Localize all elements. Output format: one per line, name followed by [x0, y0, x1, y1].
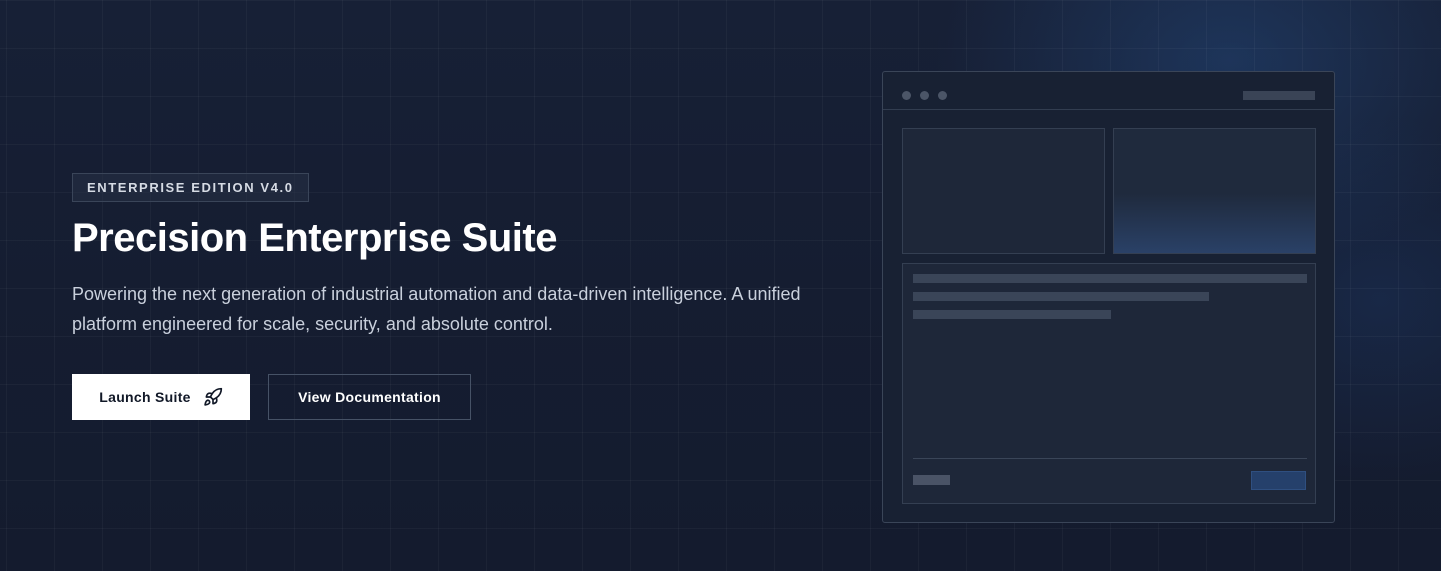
mockup-panel-main: [902, 263, 1316, 504]
launch-suite-button[interactable]: Launch Suite: [72, 374, 250, 420]
mockup-footer-placeholder: [913, 475, 950, 485]
mockup-divider: [913, 458, 1307, 459]
window-dot-icon: [920, 91, 929, 100]
mockup-panel-right: [1113, 128, 1316, 254]
mockup-titlebar: [883, 72, 1334, 110]
launch-suite-label: Launch Suite: [99, 389, 191, 405]
view-documentation-button[interactable]: View Documentation: [268, 374, 471, 420]
mockup-panel-left: [902, 128, 1105, 254]
mockup-text-placeholder: [913, 292, 1209, 301]
window-dot-icon: [938, 91, 947, 100]
mockup-header-placeholder: [1243, 91, 1315, 100]
hero-description: Powering the next generation of industri…: [72, 284, 801, 334]
mockup-text-placeholder: [913, 274, 1307, 283]
hero-actions: Launch Suite View Documentation: [72, 374, 832, 420]
page-title: Precision Enterprise Suite: [72, 216, 557, 260]
hero-section: ENTERPRISE EDITION V4.0 Precision Enterp…: [0, 0, 1441, 571]
dashboard-mockup: [882, 71, 1335, 523]
hero-content: ENTERPRISE EDITION V4.0 Precision Enterp…: [72, 173, 832, 420]
mockup-footer-button: [1251, 471, 1306, 490]
rocket-icon: [204, 387, 222, 406]
window-dot-icon: [902, 91, 911, 100]
edition-badge: ENTERPRISE EDITION V4.0: [72, 173, 309, 202]
mockup-text-placeholder: [913, 310, 1111, 319]
